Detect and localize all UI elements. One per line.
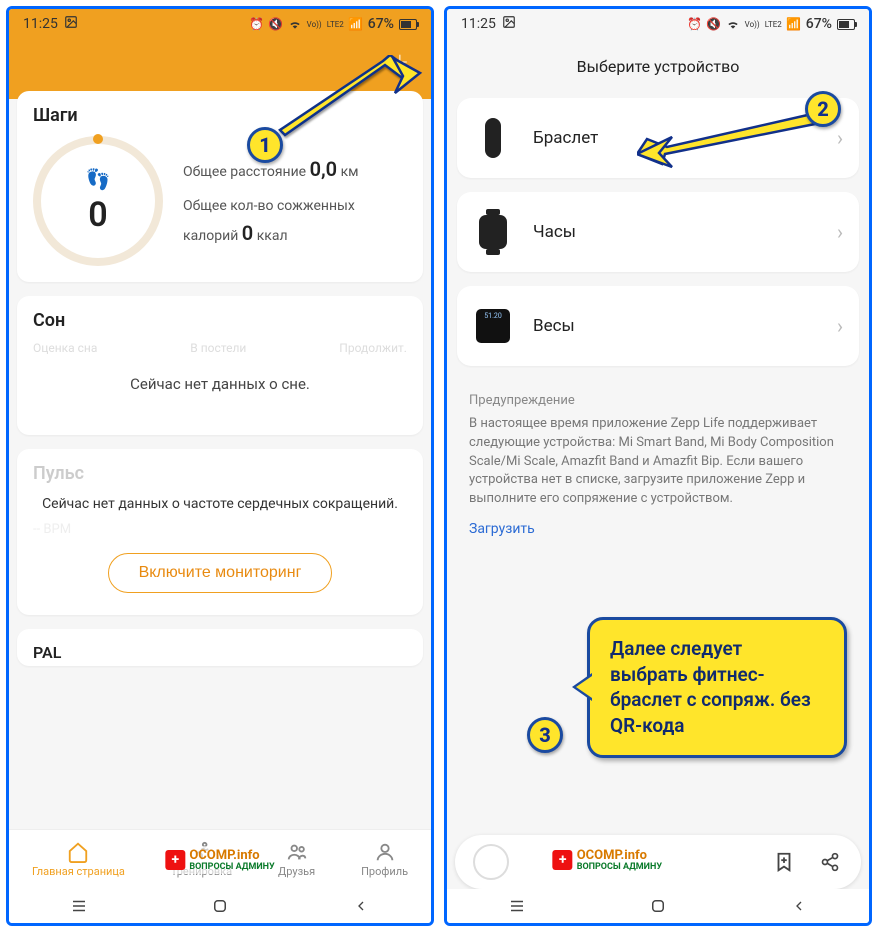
status-vo: Vo)) (745, 20, 760, 29)
pulse-title: Пульс (33, 463, 407, 484)
annotation-marker-1: 1 (247, 127, 283, 163)
phone-screenshot-left: 11:25 ⏰ 🔇 Vo)) LTE2 📶 67% + (6, 6, 434, 926)
android-recent-button[interactable] (506, 895, 528, 917)
nav-friends[interactable]: Друзья (278, 841, 315, 878)
profile-icon (374, 841, 396, 863)
nav-home-label: Главная страница (32, 865, 125, 878)
signal-icon: 📶 (349, 17, 363, 31)
gallery-icon (502, 15, 516, 33)
calories-unit: ккал (257, 228, 288, 244)
status-lte: LTE2 (765, 20, 782, 29)
watermark-line1: OCOMP.info (577, 848, 647, 863)
watermark: + OCOMP.info ВОПРОСЫ АДМИНУ (157, 846, 282, 874)
watermark-line2: ВОПРОСЫ АДМИНУ (189, 863, 274, 872)
annotation-callout: Далее следует выбрать фитнес-браслет с с… (587, 617, 847, 758)
plus-flag-icon: + (165, 850, 185, 870)
watermark-line2: ВОПРОСЫ АДМИНУ (577, 863, 662, 872)
nav-friends-label: Друзья (278, 865, 315, 878)
phone-screenshot-right: 11:25 ⏰ 🔇 Vo)) LTE2 📶 67% Выберите устро… (444, 6, 872, 926)
nav-profile[interactable]: Профиль (361, 841, 408, 878)
annotation-marker-3: 3 (527, 717, 563, 753)
device-row-watch[interactable]: Часы › (457, 192, 859, 272)
pulse-empty-msg: Сейчас нет данных о частоте сердечных со… (33, 496, 407, 512)
battery-percent: 67% (368, 16, 394, 32)
status-lte: LTE2 (327, 20, 344, 29)
watch-icon (473, 210, 513, 254)
android-nav (9, 889, 431, 923)
download-link[interactable]: Загрузить (447, 517, 869, 541)
warning-title: Предупреждение (469, 392, 847, 411)
mute-icon: 🔇 (269, 17, 283, 31)
distance-unit: км (341, 164, 359, 180)
wifi-icon (726, 17, 740, 31)
android-nav (447, 889, 869, 923)
sleep-card[interactable]: Сон Оценка сна В постели Продолжит. Сейч… (17, 296, 423, 435)
steps-count: 0 (88, 195, 107, 235)
distance-value: 0,0 (310, 157, 338, 181)
callout-text: Далее следует выбрать фитнес-браслет с с… (610, 637, 811, 737)
sleep-col1: Оценка сна (33, 341, 97, 355)
sleep-empty-msg: Сейчас нет данных о сне. (33, 375, 407, 393)
android-back-button[interactable] (788, 895, 810, 917)
steps-progress-ring: 👣 0 (33, 136, 163, 266)
sleep-col3: Продолжит. (339, 341, 407, 355)
battery-percent: 67% (806, 16, 832, 32)
home-icon (67, 841, 89, 863)
device-label-scale: Весы (533, 316, 837, 336)
warning-block: Предупреждение В настоящее время приложе… (447, 380, 869, 517)
footsteps-icon: 👣 (86, 167, 111, 191)
scale-icon: 51.20 (473, 304, 513, 348)
pulse-card[interactable]: Пульс Сейчас нет данных о частоте сердеч… (17, 449, 423, 615)
plus-flag-icon: + (553, 850, 573, 870)
nav-home[interactable]: Главная страница (32, 841, 125, 878)
pal-card[interactable]: PAL (17, 629, 423, 666)
chevron-right-icon: › (837, 314, 843, 338)
battery-icon (837, 19, 855, 30)
watermark: + OCOMP.info ВОПРОСЫ АДМИНУ (545, 846, 670, 874)
annotation-arrow-2 (637, 109, 827, 179)
screen-title: Выберите устройство (447, 39, 869, 98)
add-bookmark-icon[interactable] (771, 849, 797, 875)
alarm-icon: ⏰ (688, 17, 702, 31)
android-home-button[interactable] (647, 895, 669, 917)
status-time: 11:25 (461, 16, 496, 32)
wifi-icon (288, 17, 302, 31)
pulse-bpm: -- BPM (33, 522, 407, 537)
device-label-watch: Часы (533, 222, 837, 242)
annotation-arrow-1 (275, 55, 425, 155)
android-home-button[interactable] (209, 895, 231, 917)
signal-icon: 📶 (787, 17, 801, 31)
sleep-title: Сон (33, 310, 407, 331)
nav-profile-label: Профиль (361, 865, 408, 878)
watermark-line1: OCOMP.info (189, 848, 259, 863)
band-icon (473, 116, 513, 160)
page-thumbnail[interactable] (473, 844, 509, 880)
friends-icon (286, 841, 308, 863)
pal-title: PAL (33, 643, 407, 662)
android-recent-button[interactable] (68, 895, 90, 917)
sleep-col2: В постели (190, 341, 246, 355)
status-bar: 11:25 ⏰ 🔇 Vo)) LTE2 📶 67% (9, 9, 431, 39)
distance-label: Общее расстояние (183, 164, 306, 180)
chevron-right-icon: › (837, 126, 843, 150)
status-bar: 11:25 ⏰ 🔇 Vo)) LTE2 📶 67% (447, 9, 869, 39)
share-icon[interactable] (817, 849, 843, 875)
enable-monitoring-button[interactable]: Включите мониторинг (108, 553, 333, 593)
battery-icon (399, 19, 417, 30)
calories-value: 0 (242, 221, 253, 245)
warning-text: В настоящее время приложение Zepp Life п… (469, 415, 847, 509)
mute-icon: 🔇 (707, 17, 721, 31)
annotation-marker-2: 2 (805, 91, 841, 127)
chevron-right-icon: › (837, 220, 843, 244)
gallery-icon (64, 15, 78, 33)
device-row-scale[interactable]: 51.20 Весы › (457, 286, 859, 366)
alarm-icon: ⏰ (250, 17, 264, 31)
status-time: 11:25 (23, 16, 58, 32)
android-back-button[interactable] (350, 895, 372, 917)
status-vo: Vo)) (307, 20, 322, 29)
